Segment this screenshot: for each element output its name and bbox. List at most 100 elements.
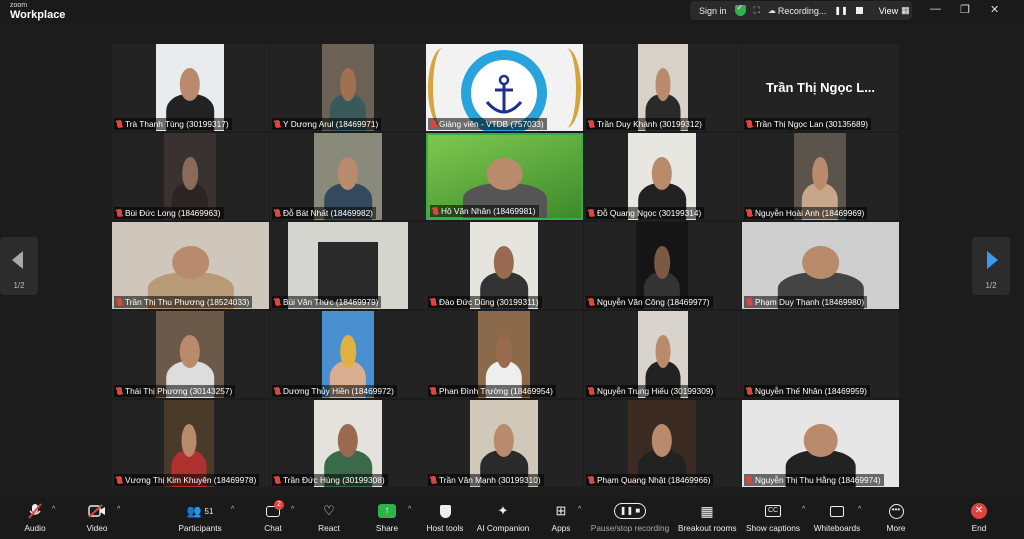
participant-name: Trần Duy Khánh (30199312) [586, 118, 705, 130]
restore-icon[interactable]: ❐ [960, 3, 970, 16]
muted-mic-icon [431, 476, 436, 484]
participant-tile[interactable]: Nguyễn Hoài Anh (18469969) [742, 133, 899, 220]
participant-tile[interactable]: Trần Thị Ngọc L... Trần Thị Ngọc Lan (30… [742, 44, 899, 131]
fullscreen-icon[interactable]: ⛶ [754, 5, 760, 16]
shield-icon [439, 504, 451, 518]
participant-tile[interactable]: Trần Thị Thu Phương (18524033) [112, 222, 269, 309]
muted-mic-icon [431, 120, 436, 128]
participants-button[interactable]: 👥 51 Participants [176, 502, 224, 536]
participant-tile[interactable]: Nguyễn Thế Nhân (18469959) [742, 311, 899, 398]
host-tools-label: Host tools [426, 523, 464, 533]
participant-tile[interactable]: Nguyễn Trung Hiếu (30199309) [584, 311, 741, 398]
muted-mic-icon [431, 298, 436, 306]
captions-options-caret[interactable]: ^ [802, 506, 805, 513]
breakout-rooms-label: Breakout rooms [678, 523, 737, 533]
more-label: More [886, 523, 906, 533]
apps-icon: ⊞ [555, 503, 567, 518]
share-options-caret[interactable]: ^ [408, 506, 411, 513]
muted-mic-icon [117, 298, 122, 306]
participant-tile[interactable]: Nguyễn Văn Công (18469977) [584, 222, 741, 309]
participant-tile[interactable]: Đào Đức Dũng (30199311) [426, 222, 583, 309]
muted-mic-icon [747, 120, 752, 128]
participant-name: Giảng viên - VTDB (757033) [428, 118, 547, 130]
participant-name: Nguyễn Trung Hiếu (30199309) [586, 385, 717, 397]
participant-tile[interactable]: Đỗ Quang Ngọc (30199314) [584, 133, 741, 220]
muted-mic-icon [275, 209, 280, 217]
participant-tile[interactable]: Phan Đình Trường (18469954) [426, 311, 583, 398]
video-off-icon [88, 504, 105, 518]
logo-big-text: Workplace [10, 9, 66, 21]
whiteboards-options-caret[interactable]: ^ [858, 506, 861, 513]
participant-name: Đào Đức Dũng (30199311) [428, 296, 542, 308]
participant-tile[interactable]: Trần Duy Khánh (30199312) [584, 44, 741, 131]
more-button[interactable]: ••• More [882, 502, 910, 536]
view-button[interactable]: View [879, 6, 898, 16]
participant-tile[interactable]: Giảng viên - VTDB (757033) [426, 44, 583, 131]
whiteboards-button[interactable]: Whiteboards [812, 502, 862, 536]
participant-tile[interactable]: Đỗ Bát Nhất (18469982) [270, 133, 427, 220]
participant-name: Đỗ Bát Nhất (18469982) [272, 207, 376, 219]
participant-tile[interactable]: Phạm Duy Thanh (18469980) [742, 222, 899, 309]
participant-tile[interactable]: Nguyễn Thị Thu Hằng (18469974) [742, 400, 899, 487]
muted-mic-icon [275, 120, 280, 128]
participant-tile[interactable]: Y Dương Arul (18469971) [270, 44, 427, 131]
pause-stop-icon: ❚❚ ■ [614, 503, 646, 519]
pause-stop-label: Pause/stop recording [590, 523, 670, 533]
muted-mic-icon [275, 387, 280, 395]
participant-name: Phạm Duy Thanh (18469980) [744, 296, 868, 308]
muted-mic-icon [28, 503, 42, 519]
participant-name: Nguyễn Văn Công (18469977) [586, 296, 713, 308]
apps-options-caret[interactable]: ^ [578, 506, 581, 513]
encryption-shield-icon[interactable] [734, 3, 746, 16]
participant-tile[interactable]: Trần Đức Hùng (30199308) [270, 400, 427, 487]
audio-options-caret[interactable]: ^ [52, 506, 55, 513]
host-tools-button[interactable]: Host tools [424, 502, 466, 536]
show-captions-button[interactable]: CC Show captions [746, 502, 800, 536]
breakout-rooms-button[interactable]: ▦ Breakout rooms [678, 502, 737, 536]
more-icon: ••• [888, 503, 904, 519]
recording-cloud-icon: ☁ [767, 6, 776, 15]
participant-tile[interactable]: Thái Thị Phương (30143257) [112, 311, 269, 398]
title-bar: zoom Workplace Sign in ⛶ ☁ Recording... … [0, 0, 1024, 24]
participant-tile[interactable]: Trần Văn Mạnh (30199310) [426, 400, 583, 487]
ai-companion-button[interactable]: ✦ AI Companion [476, 502, 530, 536]
participants-count: 51 [204, 506, 214, 516]
participant-name: Phạm Quang Nhật (18469966) [586, 474, 714, 486]
audio-button[interactable]: Audio [18, 502, 52, 536]
share-label: Share [375, 523, 399, 533]
muted-mic-icon [275, 476, 280, 484]
participant-tile[interactable]: Bùi Văn Thức (18469979) [270, 222, 427, 309]
stop-recording-icon[interactable] [855, 7, 863, 14]
share-button[interactable]: ↑ Share [372, 502, 402, 536]
participant-tile[interactable]: Bùi Đức Long (18469963) [112, 133, 269, 220]
participant-tile[interactable]: Dương Thủy Hiền (18469972) [270, 311, 427, 398]
participant-name: Bùi Văn Thức (18469979) [272, 296, 382, 308]
end-meeting-button[interactable]: ✕ End [966, 502, 992, 536]
minimize-icon[interactable]: — [930, 3, 941, 15]
prev-page-button[interactable]: 1/2 [0, 237, 38, 295]
pause-stop-recording-button[interactable]: ❚❚ ■ Pause/stop recording [590, 502, 670, 536]
page-indicator-right: 1/2 [985, 281, 997, 290]
apps-button[interactable]: ⊞ Apps [546, 502, 576, 536]
sign-in-link[interactable]: Sign in [699, 6, 727, 16]
video-options-caret[interactable]: ^ [117, 506, 120, 513]
chat-button[interactable]: 2 Chat [258, 500, 288, 536]
participants-icon: 👥 [186, 504, 202, 518]
video-button[interactable]: Video [80, 502, 114, 536]
chat-options-caret[interactable]: ^ [291, 506, 294, 513]
participant-name: Nguyễn Thế Nhân (18469959) [744, 385, 870, 397]
video-label: Video [86, 523, 108, 533]
grid-view-icon[interactable]: ▦ [901, 5, 910, 16]
participant-tile[interactable]: Trà Thanh Tùng (30199317) [112, 44, 269, 131]
react-button[interactable]: ♡ React [314, 502, 344, 536]
next-page-button[interactable]: 1/2 [972, 237, 1010, 295]
recording-status: Recording... [777, 5, 827, 16]
participants-options-caret[interactable]: ^ [231, 506, 234, 513]
close-icon[interactable]: ✕ [990, 3, 999, 16]
participant-tile[interactable]: Vương Thị Kim Khuyên (18469978) [112, 400, 269, 487]
participant-tile[interactable]: Hồ Văn Nhân (18469981) [426, 133, 583, 220]
muted-mic-icon [275, 298, 280, 306]
video-gallery: 1/2 1/2 Trà Thanh Tùng (30199317) Y Dươn… [0, 24, 1024, 498]
participant-tile[interactable]: Phạm Quang Nhật (18469966) [584, 400, 741, 487]
pause-recording-icon[interactable]: ❚❚ [834, 6, 847, 15]
